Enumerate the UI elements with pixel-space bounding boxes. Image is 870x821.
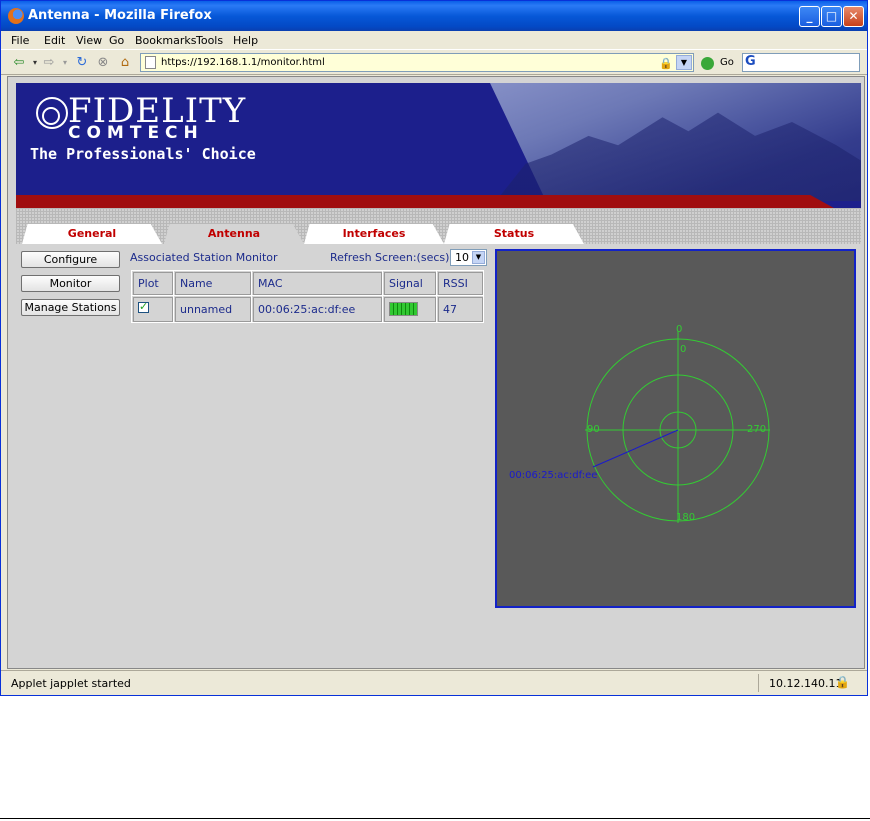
refresh-value: 10 <box>455 251 469 264</box>
menu-view[interactable]: View <box>76 34 102 47</box>
menu-bookmarks[interactable]: Bookmarks <box>135 34 196 47</box>
signal-cell <box>382 295 437 323</box>
tab-interfaces[interactable]: Interfaces <box>304 224 444 244</box>
column-header-name[interactable]: Name <box>173 270 252 296</box>
header-banner: FIDELITY COMTECH The Professionals' Choi… <box>16 83 861 215</box>
plot-cell <box>131 295 174 323</box>
station-vector <box>592 429 679 468</box>
column-header-mac[interactable]: MAC <box>251 270 383 296</box>
browser-window: Antenna - Mozilla Firefox _ □ ✕ File Edi… <box>0 0 868 696</box>
maximize-button[interactable]: □ <box>821 6 842 27</box>
title-bar[interactable]: Antenna - Mozilla Firefox _ □ ✕ <box>1 1 867 31</box>
page-icon <box>145 56 156 69</box>
forward-icon[interactable]: ⇨ <box>41 55 57 71</box>
column-header-signal[interactable]: Signal <box>382 270 437 296</box>
banner-red-stripe <box>16 195 836 209</box>
reload-icon[interactable]: ↻ <box>74 55 90 71</box>
table-row[interactable]: unnamed 00:06:25:ac:df:ee 47 <box>131 295 484 323</box>
security-lock-icon[interactable]: 🔒 <box>835 675 850 689</box>
home-icon[interactable]: ⌂ <box>117 55 133 71</box>
configure-button[interactable]: Configure <box>21 251 120 268</box>
plot-checkbox[interactable] <box>138 300 149 313</box>
search-engine-icon[interactable]: G <box>745 54 756 69</box>
station-label: 00:06:25:ac:df:ee <box>509 470 597 481</box>
menu-file[interactable]: File <box>11 34 29 47</box>
refresh-dropdown-icon[interactable]: ▼ <box>472 251 485 264</box>
url-text: https://192.168.1.1/monitor.html <box>161 57 325 68</box>
go-label[interactable]: Go <box>720 57 734 68</box>
brand-bottom: COMTECH <box>68 123 204 143</box>
signal-meter <box>389 302 418 316</box>
refresh-label: Refresh Screen:(secs) <box>330 251 450 264</box>
radar-plot: 0 0 90 270 180 00:06:25:ac:df:ee <box>495 249 856 608</box>
url-bar[interactable]: https://192.168.1.1/monitor.html 🔒 ▼ <box>140 53 694 72</box>
tab-antenna[interactable]: Antenna <box>164 224 304 244</box>
column-header-plot[interactable]: Plot <box>131 270 174 296</box>
stop-icon[interactable]: ⊗ <box>95 55 111 71</box>
lock-icon[interactable]: 🔒 <box>659 55 673 72</box>
rssi-cell: 47 <box>436 295 484 323</box>
window-title: Antenna - Mozilla Firefox <box>28 8 212 23</box>
monitor-button[interactable]: Monitor <box>21 275 120 292</box>
firefox-icon <box>8 8 24 24</box>
navigation-toolbar: ⇦ ▾ ⇨ ▾ ↻ ⊗ ⌂ https://192.168.1.1/monito… <box>1 49 867 75</box>
tab-general[interactable]: General <box>22 224 162 244</box>
status-text: Applet japplet started <box>11 677 131 690</box>
station-table: Plot Name MAC Signal RSSI unnamed 00:06:… <box>131 270 484 323</box>
refresh-select[interactable]: 10 ▼ <box>450 249 487 266</box>
menu-edit[interactable]: Edit <box>44 34 65 47</box>
radar-label-north: 0 <box>680 344 686 355</box>
status-bar: Applet japplet started 10.12.140.11 🔒 <box>1 670 867 695</box>
menu-go[interactable]: Go <box>109 34 124 47</box>
mac-cell: 00:06:25:ac:df:ee <box>251 295 383 323</box>
status-ip: 10.12.140.11 <box>769 677 843 690</box>
status-separator <box>758 674 759 692</box>
radar-label-east: 270 <box>747 424 766 435</box>
forward-dropdown-icon[interactable]: ▾ <box>57 55 73 71</box>
tagline: The Professionals' Choice <box>30 145 256 163</box>
radar-top-marker: 0 <box>676 324 682 335</box>
table-header-row: Plot Name MAC Signal RSSI <box>131 270 484 296</box>
url-dropdown-icon[interactable]: ▼ <box>676 55 692 70</box>
menu-help[interactable]: Help <box>233 34 258 47</box>
back-icon[interactable]: ⇦ <box>11 55 27 71</box>
page-content: FIDELITY COMTECH The Professionals' Choi… <box>7 76 865 669</box>
menu-bar: File Edit View Go Bookmarks Tools Help <box>1 31 867 49</box>
minimize-button[interactable]: _ <box>799 6 820 27</box>
page-footer-rule <box>0 818 870 819</box>
close-button[interactable]: ✕ <box>843 6 864 27</box>
radar-label-south: 180 <box>676 512 695 523</box>
monitor-title: Associated Station Monitor <box>130 251 278 264</box>
column-header-rssi[interactable]: RSSI <box>436 270 484 296</box>
menu-tools[interactable]: Tools <box>196 34 223 47</box>
manage-stations-button[interactable]: Manage Stations <box>21 299 120 316</box>
radar-svg: 0 0 90 270 180 00:06:25:ac:df:ee <box>509 324 770 523</box>
logo-icon <box>36 97 68 129</box>
go-icon[interactable] <box>701 57 714 70</box>
tab-status[interactable]: Status <box>444 224 584 244</box>
name-cell: unnamed <box>173 295 252 323</box>
search-input[interactable]: G <box>742 53 860 72</box>
radar-label-west: 90 <box>587 424 600 435</box>
